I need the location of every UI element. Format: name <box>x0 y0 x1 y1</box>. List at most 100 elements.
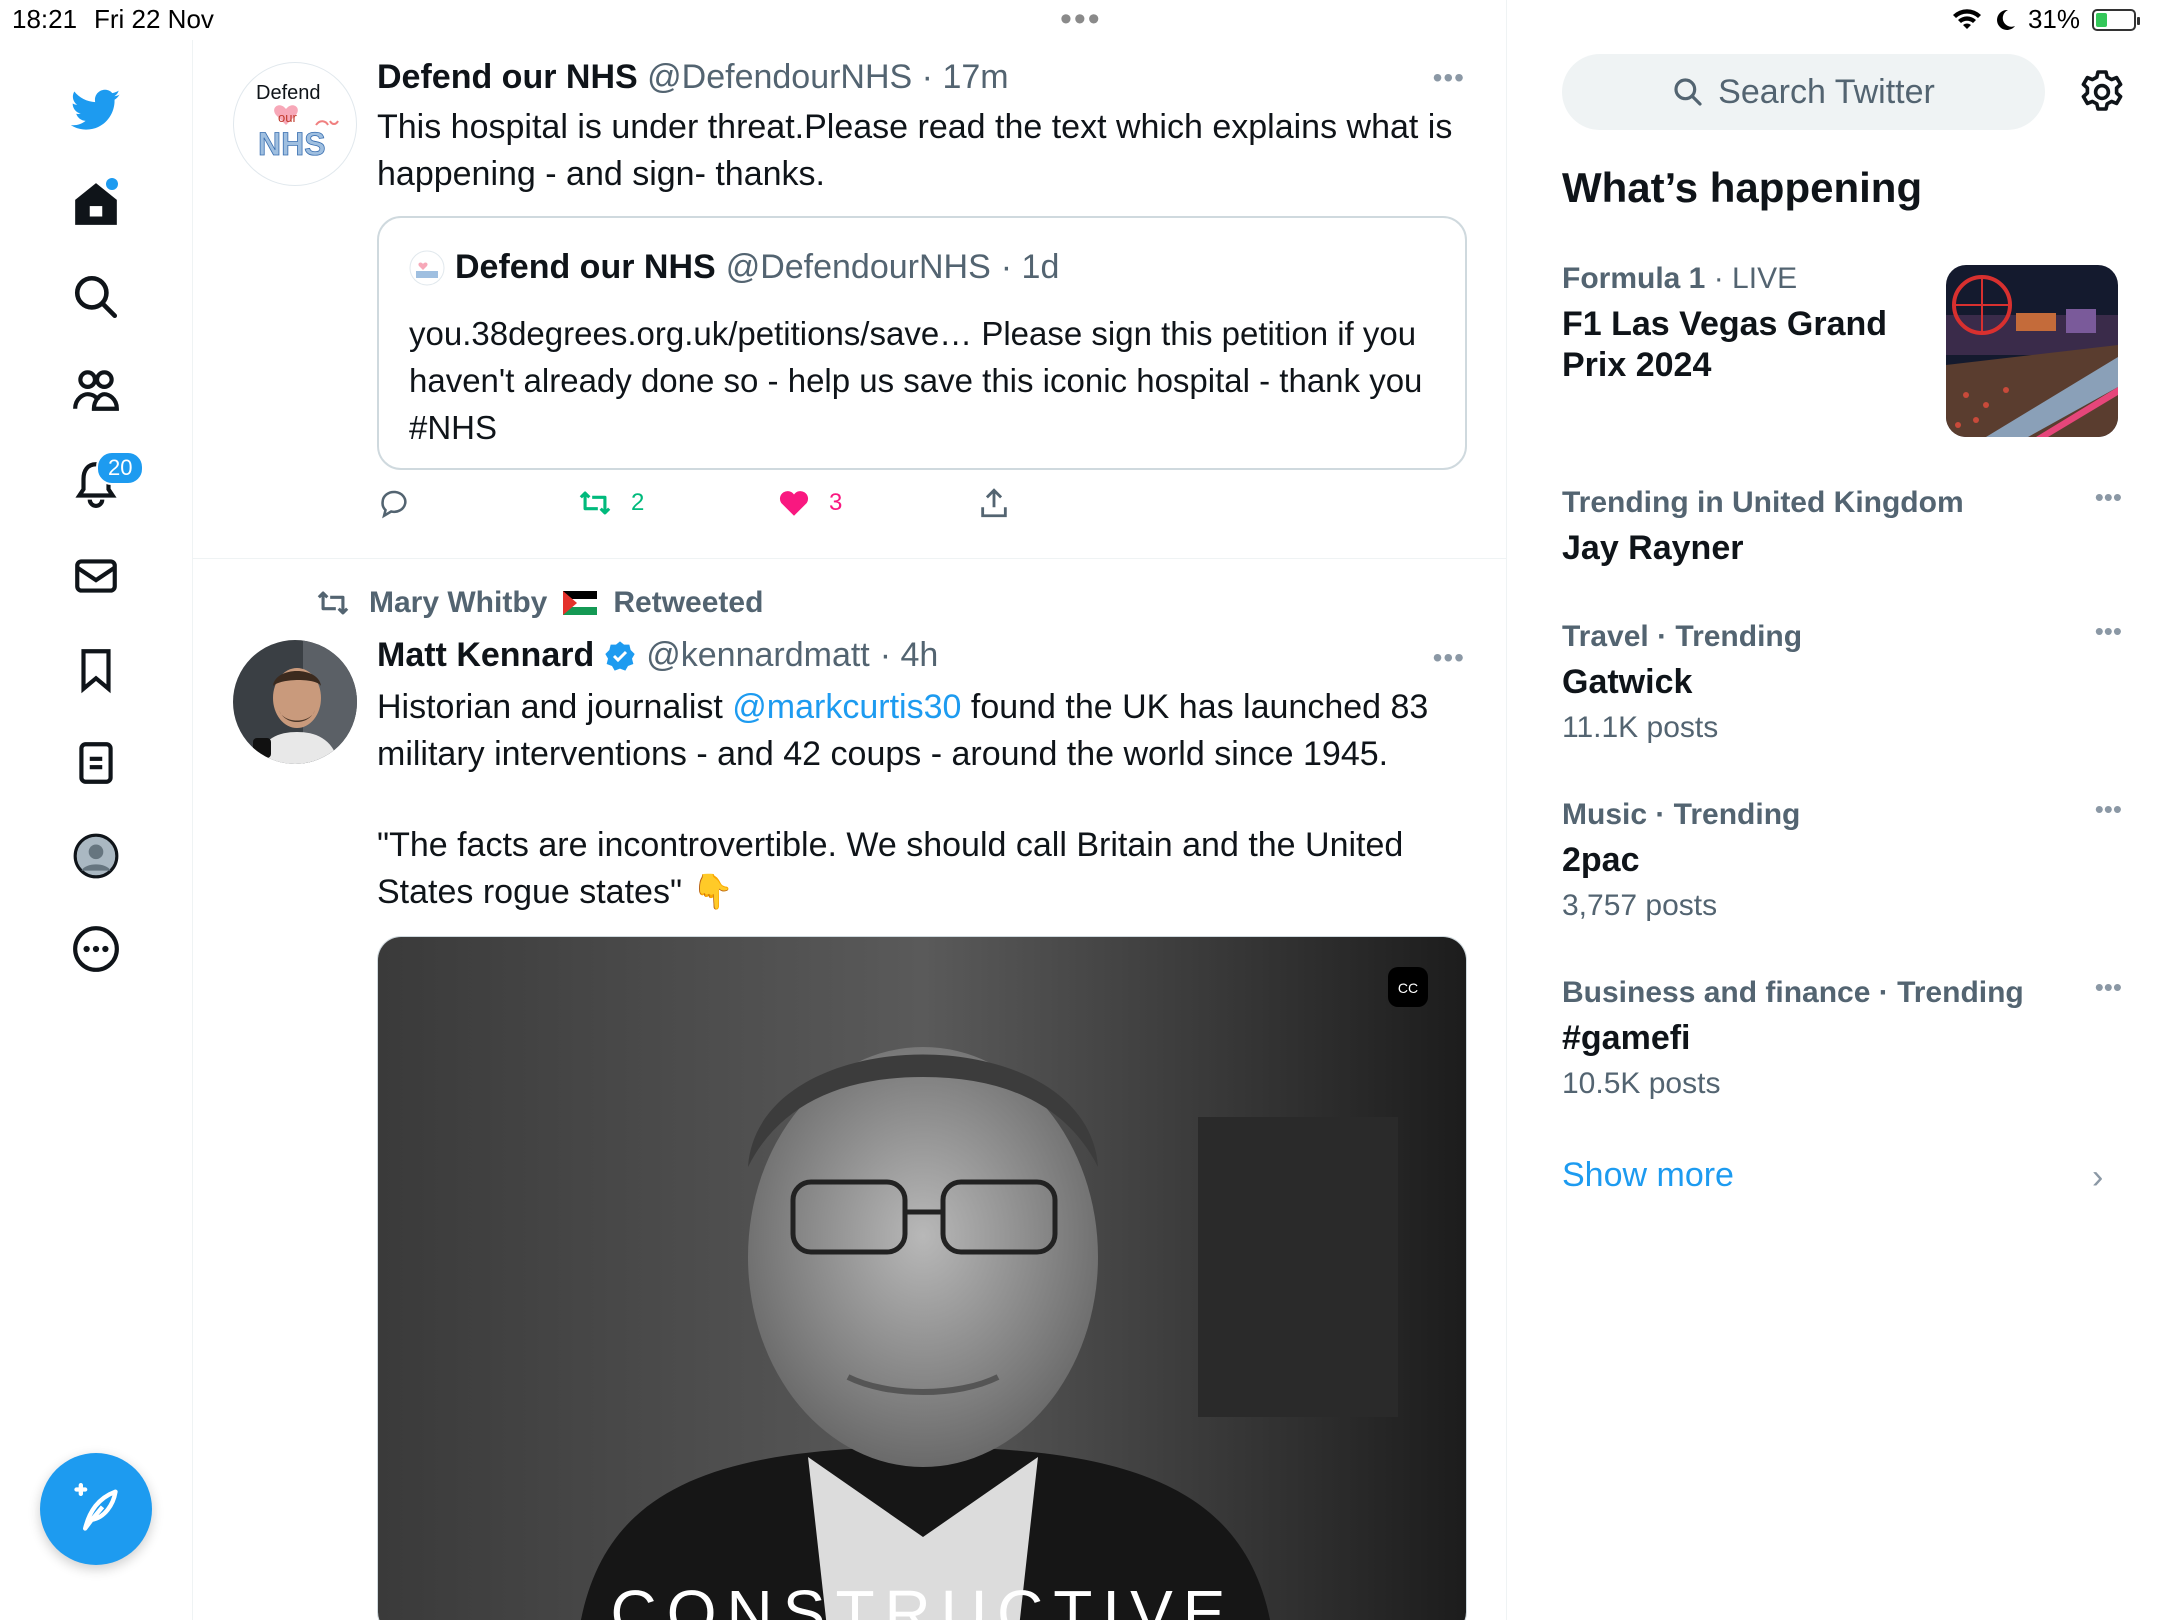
video-caption: CONSTRUCTIVE <box>611 1577 1236 1620</box>
tweet-divider <box>193 558 1506 559</box>
trend-more-icon[interactable]: ••• <box>2095 972 2122 1003</box>
author-name[interactable]: Matt Kennard <box>377 636 594 675</box>
trend-meta: Travel · Trending <box>1562 620 1803 653</box>
twitter-logo-icon[interactable] <box>56 70 136 150</box>
trend-name: #gamefi <box>1562 1019 1691 1057</box>
more-options-icon[interactable]: ••• <box>1433 62 1465 94</box>
settings-button[interactable] <box>2078 68 2126 116</box>
show-more-link[interactable]: Show more <box>1562 1156 1734 1195</box>
status-indicators: 31% <box>1952 4 2140 35</box>
notifications-badge: 20 <box>96 451 145 485</box>
avatar[interactable]: Defend our NHS <box>233 62 357 186</box>
home-icon[interactable] <box>56 164 136 244</box>
like-button[interactable]: 3 <box>777 486 842 520</box>
tweet-header: Defend our NHS @DefendourNHS · 17m <box>377 58 1009 97</box>
bookmark-icon[interactable] <box>56 630 136 710</box>
author-name[interactable]: Defend our NHS <box>377 58 638 96</box>
search-input[interactable]: Search Twitter <box>1562 54 2045 130</box>
avatar-text-our: our <box>278 110 297 125</box>
trend-item[interactable]: Music · Trending 2pac 3,757 posts ••• <box>1562 794 2122 923</box>
tweet-text: This hospital is under threat.Please rea… <box>377 108 1453 193</box>
quoted-avatar <box>409 250 445 285</box>
timeline: Defend our NHS Defend our NHS @Defendour… <box>193 0 1507 1620</box>
retweet-icon <box>579 491 611 515</box>
battery-percent: 31% <box>2027 4 2080 34</box>
avatar-text-nhs: NHS <box>258 126 326 162</box>
retweet-button[interactable]: 2 <box>577 486 644 520</box>
author-handle[interactable]: @DefendourNHS <box>647 58 912 96</box>
compose-button[interactable] <box>40 1453 152 1565</box>
share-button[interactable] <box>977 486 1011 520</box>
search-icon[interactable] <box>56 257 136 337</box>
trend-category: Formula 1 <box>1562 262 1706 295</box>
heart-icon <box>779 491 809 516</box>
reply-button[interactable] <box>377 486 411 520</box>
trend-item[interactable]: Trending in United Kingdom Jay Rayner ••… <box>1562 482 2122 569</box>
trend-meta: Business and finance · Trending <box>1562 976 2024 1009</box>
trend-post-count: 11.1K posts <box>1562 711 1719 744</box>
trend-more-icon[interactable]: ••• <box>2095 616 2122 647</box>
battery-fill <box>2096 12 2107 27</box>
bell-icon[interactable]: 20 <box>56 443 145 523</box>
gear-icon <box>2081 70 2123 111</box>
trend-image[interactable] <box>1946 265 2118 437</box>
quoted-author-handle[interactable]: @DefendourNHS <box>726 248 991 287</box>
trend-meta: Music · Trending <box>1562 798 1801 831</box>
tweet-header: Matt Kennard @kennardmatt · 4h <box>377 636 938 675</box>
trend-meta: Trending in United Kingdom <box>1562 486 1964 519</box>
tweet-time[interactable]: · 17m <box>922 58 1009 96</box>
tweet-text: Historian and journalist @markcurtis30 f… <box>377 684 1467 778</box>
trend-meta: Formula 1 · LIVE <box>1562 262 1922 296</box>
trend-post-count: 3,757 posts <box>1562 889 1718 922</box>
tweet-text-start: Historian and journalist <box>377 688 733 726</box>
trend-more-icon[interactable]: ••• <box>2095 794 2122 825</box>
quoted-tweet[interactable]: Defend our NHS @DefendourNHS · 1d you.38… <box>377 216 1467 470</box>
compose-icon <box>74 1483 118 1531</box>
side-navigation: 20 <box>0 40 193 1620</box>
trend-item[interactable]: Formula 1 · LIVE F1 Las Vegas Grand Prix… <box>1562 262 1922 386</box>
trend-item[interactable]: Business and finance · Trending #gamefi … <box>1562 972 2122 1101</box>
trend-name: 2pac <box>1562 841 1640 879</box>
retweeted-label: Retweeted <box>613 586 764 619</box>
cc-icon[interactable]: CC <box>1398 980 1418 996</box>
reply-icon <box>381 490 407 519</box>
trend-item[interactable]: Travel · Trending Gatwick 11.1K posts ••… <box>1562 616 2122 745</box>
retweeter-name: Mary Whitby <box>369 586 548 619</box>
unread-dot <box>106 178 118 190</box>
author-handle[interactable]: @kennardmatt <box>646 636 870 675</box>
profile-icon[interactable] <box>56 816 136 896</box>
trend-more-icon[interactable]: ••• <box>2095 482 2122 513</box>
moon-icon <box>1996 9 2015 30</box>
quoted-author-name[interactable]: Defend our NHS <box>455 248 716 287</box>
video-player[interactable]: CC CONSTRUCTIVE <box>377 936 1467 1620</box>
chevron-right-icon[interactable]: › <box>2092 1158 2103 1197</box>
more-icon[interactable] <box>56 909 136 989</box>
share-icon <box>981 488 1007 518</box>
tweet-quote-text: "The facts are incontrovertible. We shou… <box>377 826 1404 911</box>
mail-icon[interactable] <box>56 536 136 616</box>
status-time: 18:21 <box>12 4 78 34</box>
avatar-text-defend: Defend <box>256 82 321 104</box>
retweet-count: 2 <box>631 489 645 516</box>
trend-name: F1 Las Vegas Grand Prix 2024 <box>1562 305 1888 384</box>
more-options-icon[interactable]: ••• <box>1433 642 1465 674</box>
avatar[interactable] <box>233 640 357 764</box>
tweet-actions: 2 3 <box>377 486 1077 526</box>
tweet-time[interactable]: · 4h <box>880 636 939 675</box>
wifi-icon <box>1952 8 1981 29</box>
communities-icon[interactable] <box>56 350 136 430</box>
whats-happening-heading: What’s happening <box>1562 164 1923 211</box>
like-count: 3 <box>829 489 843 516</box>
retweet-context[interactable]: Mary Whitby Retweeted <box>313 586 763 620</box>
retweet-icon <box>317 591 349 615</box>
mention-link[interactable]: @markcurtis30 <box>732 688 961 726</box>
search-placeholder: Search Twitter <box>1718 72 1935 111</box>
lists-icon[interactable] <box>56 723 136 803</box>
quoted-tweet-time[interactable]: · 1d <box>1001 248 1060 287</box>
trend-name: Jay Rayner <box>1562 529 1744 567</box>
trend-post-count: 10.5K posts <box>1562 1067 1721 1100</box>
palestine-flag-icon <box>563 591 598 615</box>
battery-icon <box>2092 8 2140 31</box>
quoted-tweet-header: Defend our NHS @DefendourNHS · 1d <box>409 248 1059 287</box>
trend-live: · LIVE <box>1713 262 1798 295</box>
